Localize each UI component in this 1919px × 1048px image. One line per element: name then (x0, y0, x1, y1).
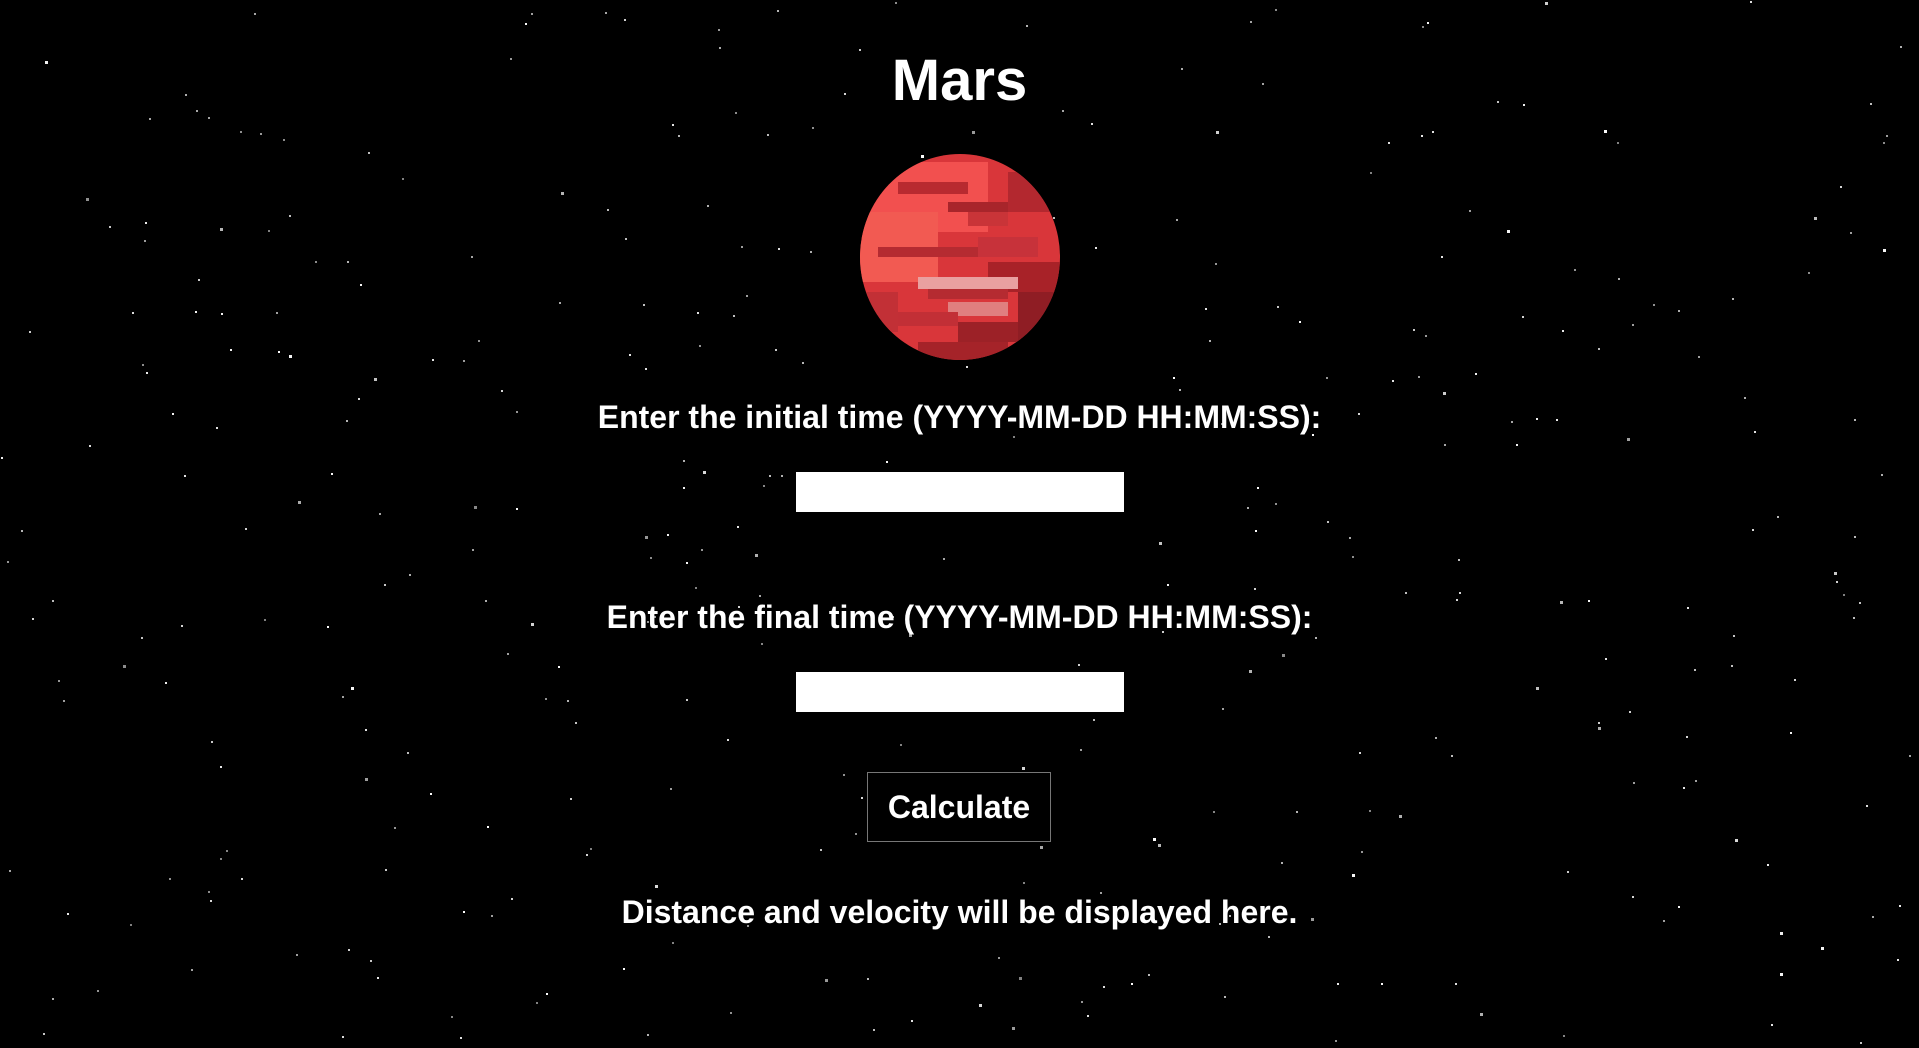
calculate-button[interactable]: Calculate (867, 772, 1051, 842)
page: Mars Enter the initial time (YYYY-MM-DD … (0, 0, 1919, 1048)
final-time-input[interactable] (796, 672, 1124, 712)
initial-time-label: Enter the initial time (YYYY-MM-DD HH:MM… (597, 399, 1322, 435)
initial-time-input[interactable] (796, 472, 1124, 512)
final-time-label: Enter the final time (YYYY-MM-DD HH:MM:S… (606, 599, 1313, 635)
result-text: Distance and velocity will be displayed … (621, 894, 1298, 930)
mars-planet-image (860, 154, 1060, 360)
page-title: Mars (891, 48, 1028, 113)
